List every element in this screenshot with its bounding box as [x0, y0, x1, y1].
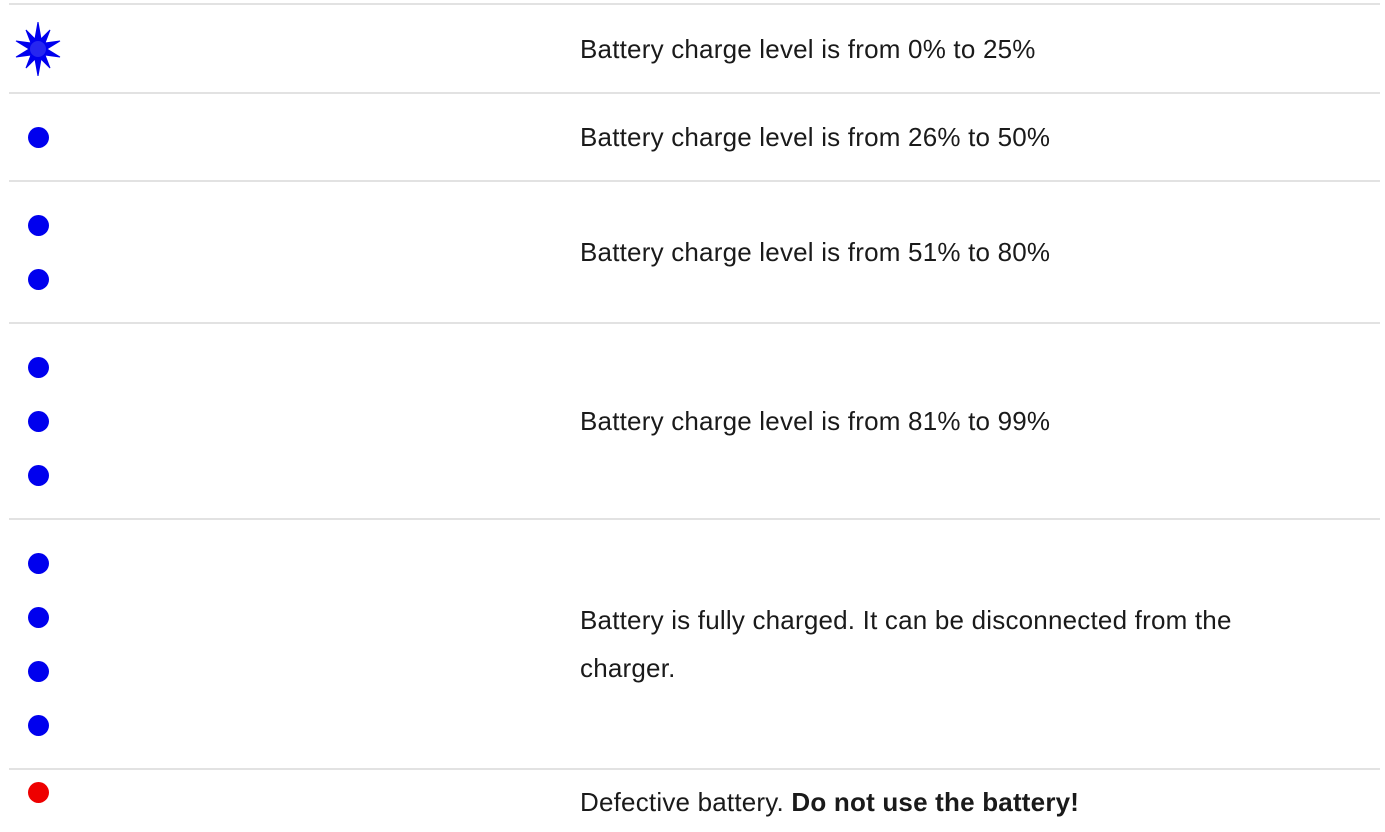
- blue-led-icon: [28, 552, 49, 574]
- indicator-cell: [9, 340, 580, 502]
- blue-led-icon: [28, 606, 49, 628]
- indicator-cell: [9, 110, 580, 164]
- table-row: Battery charge level is from 51% to 80%: [9, 182, 1380, 324]
- table-row: Battery charge level is from 26% to 50%: [9, 94, 1380, 182]
- blue-led-icon: [28, 214, 49, 236]
- indicator-cell: [9, 198, 580, 306]
- table-row: Battery charge level is from 81% to 99%: [9, 324, 1380, 520]
- indicator-cell: [9, 536, 580, 752]
- defect-text: Defective battery.: [580, 787, 792, 817]
- description-cell: Defective battery. Do not use the batter…: [580, 770, 1380, 826]
- red-led-icon: [28, 782, 49, 803]
- battery-indicator-table: Battery charge level is from 0% to 25% B…: [9, 3, 1380, 832]
- table-row: Battery is fully charged. It can be disc…: [9, 520, 1380, 770]
- blue-led-icon: [28, 356, 49, 378]
- warning-text: Do not use the battery!: [791, 787, 1080, 817]
- blue-led-icon: [28, 410, 49, 432]
- table-row: Defective battery. Do not use the batter…: [9, 770, 1380, 832]
- blue-led-icon: [28, 714, 49, 736]
- blue-led-icon: [28, 268, 49, 290]
- description-cell: Battery charge level is from 26% to 50%: [580, 122, 1051, 152]
- blue-led-icon: [28, 126, 49, 148]
- description-cell: Battery is fully charged. It can be disc…: [580, 605, 1232, 683]
- description-cell: Battery charge level is from 0% to 25%: [580, 33, 1036, 64]
- indicator-cell: [9, 770, 580, 803]
- indicator-cell: [9, 21, 580, 76]
- description-cell: Battery charge level is from 51% to 80%: [580, 237, 1051, 267]
- table-row: Battery charge level is from 0% to 25%: [9, 5, 1380, 94]
- blue-led-icon: [28, 464, 49, 486]
- blue-led-icon: [28, 660, 49, 682]
- blinking-blue-led-icon: [15, 21, 61, 76]
- description-cell: Battery charge level is from 81% to 99%: [580, 406, 1051, 436]
